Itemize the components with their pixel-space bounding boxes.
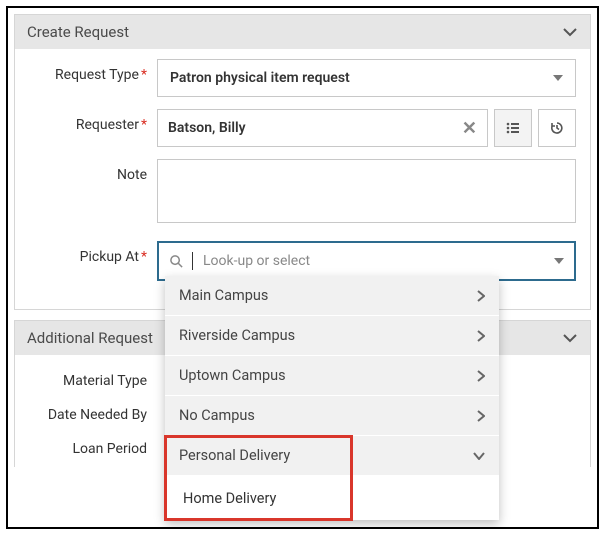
panel-header-create[interactable]: Create Request: [15, 15, 590, 49]
chevron-down-icon: [562, 330, 578, 346]
pickup-dropdown: Main Campus Riverside Campus Uptown Camp…: [165, 276, 499, 520]
note-label: Note: [29, 159, 157, 183]
requester-label: Requester*: [29, 109, 157, 133]
chevron-down-icon: [562, 24, 578, 40]
pickup-label: Pickup At*: [29, 241, 157, 265]
chevron-right-icon: [477, 370, 485, 382]
panel-title: Additional Request: [27, 329, 153, 347]
note-textarea[interactable]: [157, 159, 576, 223]
chevron-right-icon: [477, 330, 485, 342]
search-icon: [169, 254, 184, 269]
chevron-down-icon: [473, 452, 485, 460]
request-type-select[interactable]: Patron physical item request: [157, 59, 576, 97]
dropdown-sub-home-delivery[interactable]: Home Delivery: [165, 476, 499, 520]
request-type-value: Patron physical item request: [170, 70, 350, 86]
clear-icon[interactable]: ✕: [462, 118, 477, 139]
material-type-label: Material Type: [29, 365, 157, 389]
dropdown-item-personal-delivery[interactable]: Personal Delivery: [165, 436, 499, 476]
caret-down-icon: [553, 75, 563, 81]
list-icon: [505, 120, 521, 136]
date-needed-label: Date Needed By: [29, 399, 157, 423]
dropdown-item-riverside-campus[interactable]: Riverside Campus: [165, 316, 499, 356]
pickup-lookup[interactable]: Look-up or select: [157, 241, 576, 281]
loan-period-label: Loan Period: [29, 433, 157, 457]
create-request-panel: Create Request Request Type* Patron phys…: [14, 14, 591, 310]
history-button[interactable]: [538, 109, 576, 147]
request-type-label: Request Type*: [29, 59, 157, 83]
dropdown-item-uptown-campus[interactable]: Uptown Campus: [165, 356, 499, 396]
caret-down-icon: [554, 258, 564, 264]
dropdown-item-no-campus[interactable]: No Campus: [165, 396, 499, 436]
panel-title: Create Request: [27, 23, 129, 41]
chevron-right-icon: [477, 410, 485, 422]
pickup-placeholder: Look-up or select: [203, 253, 310, 269]
requester-value: Batson, Billy: [168, 120, 246, 136]
requester-input[interactable]: Batson, Billy ✕: [157, 109, 488, 147]
list-button[interactable]: [494, 109, 532, 147]
history-icon: [549, 120, 565, 136]
dropdown-item-main-campus[interactable]: Main Campus: [165, 276, 499, 316]
chevron-right-icon: [477, 290, 485, 302]
